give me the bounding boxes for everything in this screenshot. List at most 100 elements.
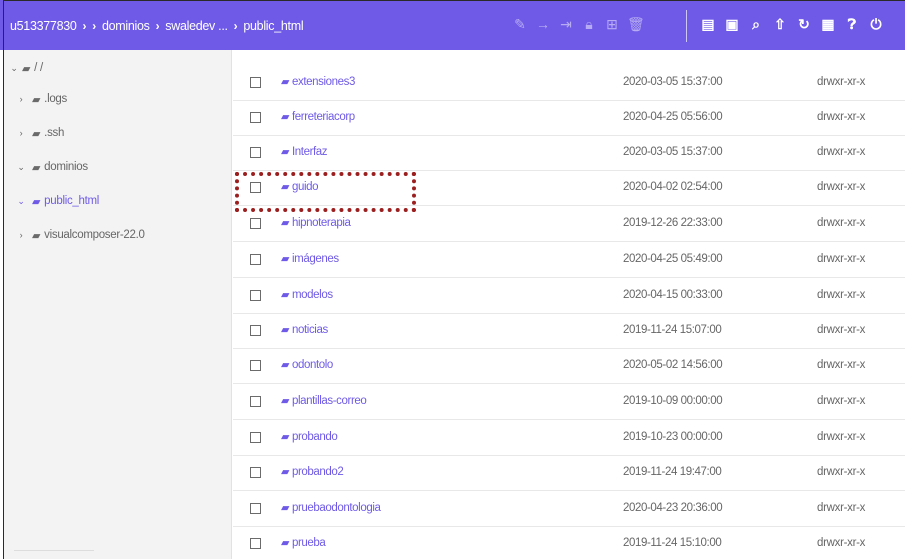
folder-icon: ▰ bbox=[281, 76, 290, 88]
file-date: 2020-04-02 02:54:00 bbox=[623, 181, 723, 193]
row-checkbox[interactable] bbox=[250, 360, 261, 371]
refresh-icon[interactable]: ↻ bbox=[796, 14, 812, 34]
file-name[interactable]: plantillas-correo bbox=[292, 395, 367, 407]
file-permissions: drwxr-xr-x bbox=[817, 395, 866, 407]
row-checkbox[interactable] bbox=[250, 325, 261, 336]
selection-toolbar: ✎ → ⇥ 🔒︎ ⊞ 🗑︎ bbox=[512, 14, 645, 34]
file-date: 2019-10-09 00:00:00 bbox=[623, 395, 723, 407]
tree-item-logs[interactable]: › ▰ .logs bbox=[15, 90, 68, 108]
chevron-down-icon[interactable]: ⌄ bbox=[15, 196, 27, 207]
tree-item-label: / / bbox=[34, 62, 43, 74]
folder-icon: ▰ bbox=[281, 431, 290, 443]
file-name[interactable]: probando bbox=[292, 431, 338, 443]
file-name[interactable]: hipnoterapia bbox=[292, 217, 351, 229]
file-row[interactable]: ▰ modelos 2020-04-15 00:33:00 drwxr-xr-x bbox=[233, 278, 905, 314]
file-permissions: drwxr-xr-x bbox=[817, 466, 866, 478]
file-row[interactable]: ▰ pruebaodontologia 2020-04-23 20:36:00 drw… bbox=[233, 491, 905, 527]
folder-icon: ▰ bbox=[281, 395, 290, 407]
file-name[interactable]: noticias bbox=[292, 324, 328, 336]
file-date: 2020-03-05 15:37:00 bbox=[623, 76, 723, 88]
grid-view-icon[interactable]: ▦ bbox=[820, 14, 836, 34]
breadcrumb-root[interactable]: u513377830 bbox=[10, 19, 77, 33]
file-name[interactable]: extensiones3 bbox=[292, 76, 355, 88]
move-icon[interactable]: → bbox=[535, 14, 551, 34]
tree-item-label: public_html bbox=[44, 195, 100, 207]
file-name[interactable]: prueba bbox=[292, 537, 326, 549]
row-checkbox[interactable] bbox=[250, 254, 261, 265]
file-name[interactable]: odontolo bbox=[292, 359, 333, 371]
row-checkbox[interactable] bbox=[250, 77, 261, 88]
trash-icon[interactable]: 🗑︎ bbox=[627, 14, 645, 34]
file-name[interactable]: pruebaodontologia bbox=[292, 502, 381, 514]
row-checkbox[interactable] bbox=[250, 467, 261, 478]
search-icon[interactable]: ⌕ bbox=[748, 14, 764, 34]
tree-item-dominios[interactable]: ⌄ ▰ dominios bbox=[15, 158, 88, 176]
compress-icon[interactable]: ⊞ bbox=[604, 14, 620, 34]
row-checkbox[interactable] bbox=[250, 147, 261, 158]
help-icon[interactable]: ❓︎ bbox=[844, 14, 860, 34]
file-row[interactable]: ▰ noticias 2019-11-24 15:07:00 drwxr-xr-x bbox=[233, 313, 905, 349]
chevron-right-icon: › bbox=[155, 19, 160, 33]
tree-item-root[interactable]: ⌄ ▰ / / bbox=[8, 59, 43, 77]
upload-icon[interactable]: ⇧ bbox=[772, 14, 788, 34]
chevron-right-icon: › bbox=[92, 19, 96, 33]
file-row[interactable]: ▰ Interfaz 2020-03-05 15:37:00 drwxr-xr-x bbox=[233, 135, 905, 171]
file-row[interactable]: ▰ probando2 2019-11-24 19:47:00 drwxr-xr-x bbox=[233, 455, 905, 491]
folder-icon: ▰ bbox=[32, 229, 41, 242]
row-checkbox[interactable] bbox=[250, 396, 261, 407]
chevron-right-icon[interactable]: › bbox=[15, 230, 27, 240]
export-icon[interactable]: ⇥ bbox=[558, 14, 574, 34]
chevron-down-icon[interactable]: ⌄ bbox=[15, 162, 27, 173]
file-list: ▰ extensiones3 2020-03-05 15:37:00 drwxr-xr… bbox=[233, 50, 905, 559]
folder-icon: ▰ bbox=[281, 253, 290, 265]
file-name[interactable]: modelos bbox=[292, 289, 333, 301]
breadcrumb-public-html[interactable]: public_html bbox=[243, 19, 303, 33]
file-name[interactable]: ferreteriacorp bbox=[292, 111, 355, 123]
new-file-icon[interactable]: ▤ bbox=[700, 14, 716, 34]
row-checkbox[interactable] bbox=[250, 290, 261, 301]
lock-icon[interactable]: 🔒︎ bbox=[581, 14, 597, 34]
folder-open-icon: ▰ bbox=[32, 161, 41, 174]
tree-item-label: .logs bbox=[44, 93, 67, 105]
row-checkbox[interactable] bbox=[250, 182, 261, 193]
file-date: 2020-04-15 00:33:00 bbox=[623, 289, 723, 301]
file-row[interactable]: ▰ prueba 2019-11-24 15:10:00 drwxr-xr-x bbox=[233, 526, 905, 559]
row-checkbox[interactable] bbox=[250, 112, 261, 123]
breadcrumb-dominios[interactable]: dominios bbox=[102, 19, 150, 33]
tree-item-visualcomposer[interactable]: › ▰ visualcomposer-22.0 bbox=[15, 226, 145, 244]
chevron-down-icon[interactable]: ⌄ bbox=[8, 63, 20, 74]
file-row[interactable]: ▰ extensiones3 2020-03-05 15:37:00 drwxr-xr… bbox=[233, 65, 905, 101]
file-date: 2019-12-26 22:33:00 bbox=[623, 217, 723, 229]
file-date: 2020-04-23 20:36:00 bbox=[623, 502, 723, 514]
folder-icon: ▰ bbox=[32, 127, 41, 140]
file-row[interactable]: ▰ imágenes 2020-04-25 05:49:00 drwxr-xr-x bbox=[233, 242, 905, 278]
folder-icon: ▰ bbox=[281, 502, 290, 514]
file-date: 2020-04-25 05:49:00 bbox=[623, 253, 723, 265]
chevron-right-icon[interactable]: › bbox=[15, 128, 27, 138]
folder-icon: ▰ bbox=[281, 466, 290, 478]
row-checkbox[interactable] bbox=[250, 538, 261, 549]
row-checkbox[interactable] bbox=[250, 432, 261, 443]
tree-item-ssh[interactable]: › ▰ .ssh bbox=[15, 124, 65, 142]
file-row[interactable]: ▰ odontolo 2020-05-02 14:56:00 drwxr-xr-x bbox=[233, 348, 905, 384]
row-checkbox[interactable] bbox=[250, 218, 261, 229]
file-name[interactable]: guido bbox=[292, 181, 319, 193]
sidebar-footer bbox=[14, 550, 94, 559]
row-checkbox[interactable] bbox=[250, 503, 261, 514]
file-row[interactable]: ▰ probando 2019-10-23 00:00:00 drwxr-xr-x bbox=[233, 420, 905, 456]
new-folder-icon[interactable]: ▣ bbox=[724, 14, 740, 34]
chevron-right-icon[interactable]: › bbox=[15, 94, 27, 104]
file-permissions: drwxr-xr-x bbox=[817, 217, 866, 229]
file-row[interactable]: ▰ ferreteriacorp 2020-04-25 05:56:00 drwxr-… bbox=[233, 100, 905, 136]
logout-icon[interactable]: ⏻ bbox=[868, 14, 884, 34]
breadcrumb-swaledev[interactable]: swaledev ... bbox=[165, 19, 228, 33]
file-row[interactable]: ▰ plantillas-correo 2019-10-09 00:00:00 drw… bbox=[233, 384, 905, 420]
file-name[interactable]: probando2 bbox=[292, 466, 344, 478]
file-name[interactable]: Interfaz bbox=[292, 146, 328, 158]
tree-item-public-html[interactable]: ⌄ ▰ public_html bbox=[15, 192, 99, 210]
file-row[interactable]: ▰ hipnoterapia 2019-12-26 22:33:00 drwxr-xr… bbox=[233, 206, 905, 242]
file-row[interactable]: ▰ guido 2020-04-02 02:54:00 drwxr-xr-x bbox=[233, 170, 905, 206]
file-permissions: drwxr-xr-x bbox=[817, 76, 866, 88]
edit-icon[interactable]: ✎ bbox=[512, 14, 528, 34]
file-name[interactable]: imágenes bbox=[292, 253, 339, 265]
